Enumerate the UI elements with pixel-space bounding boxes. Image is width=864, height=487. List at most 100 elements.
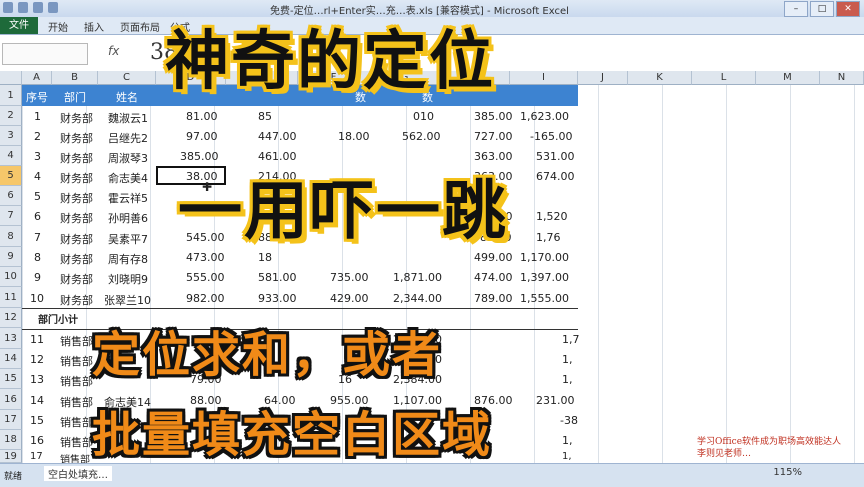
cell-seq[interactable]: 10 [30, 292, 44, 305]
column-header-m[interactable]: M [756, 71, 820, 85]
column-header-c[interactable]: C [98, 71, 156, 85]
row-header[interactable]: 8 [0, 226, 22, 247]
undo-icon[interactable] [33, 2, 43, 13]
cell-i[interactable]: 1, [562, 373, 573, 386]
cell-f[interactable]: 429.00 [330, 292, 369, 305]
cell-name[interactable]: 魏淑云1 [108, 110, 148, 126]
column-header-i[interactable]: I [510, 71, 578, 85]
cell-name[interactable]: 霍云祥5 [108, 190, 148, 206]
cell-e[interactable]: 447.00 [258, 130, 297, 143]
cell-seq[interactable]: 3 [34, 150, 41, 163]
row-header[interactable]: 19 [0, 450, 22, 463]
maximize-button[interactable]: □ [810, 1, 834, 17]
row-header[interactable]: 13 [0, 328, 22, 349]
cell-seq[interactable]: 6 [34, 210, 41, 223]
cell-name[interactable]: 俞志美4 [108, 170, 148, 186]
cell-h[interactable]: 789.00 [474, 292, 513, 305]
cell-i[interactable]: 531.00 [536, 150, 575, 163]
cell-i[interactable]: 1,623.00 [520, 110, 569, 123]
zoom-level[interactable]: 115% [773, 467, 802, 478]
cell-seq[interactable]: 2 [34, 130, 41, 143]
cell-name[interactable]: 孙明善6 [108, 210, 148, 226]
row-header-selected[interactable]: 5 [0, 166, 22, 186]
cell-dept[interactable]: 财务部 [60, 251, 93, 267]
column-header-k[interactable]: K [628, 71, 692, 85]
cell-dept[interactable]: 财务部 [60, 271, 93, 287]
cell-seq[interactable]: 4 [34, 170, 41, 183]
cell-d[interactable]: 97.00 [186, 130, 218, 143]
cell-name[interactable]: 吴素平7 [108, 231, 148, 247]
tab-file[interactable]: 文件 [0, 17, 38, 34]
cell-dept[interactable]: 财务部 [60, 130, 93, 146]
cell-seq[interactable]: 5 [34, 190, 41, 203]
minimize-button[interactable]: – [784, 1, 808, 17]
cell-name[interactable]: 刘晓明9 [108, 271, 148, 287]
cell-h[interactable]: 499.00 [474, 251, 513, 264]
row-header[interactable]: 10 [0, 267, 22, 287]
cell-dept[interactable]: 销售部 [60, 434, 93, 450]
column-header-n[interactable]: N [820, 71, 864, 85]
cell-e[interactable]: 18 [258, 251, 272, 264]
cell-h[interactable]: 474.00 [474, 271, 513, 284]
cell-seq[interactable]: 13 [30, 373, 44, 386]
save-icon[interactable] [18, 2, 28, 13]
cell-dept[interactable]: 销售部 [60, 353, 93, 369]
cell-i[interactable]: 1, [562, 451, 572, 462]
cell-g[interactable]: 2,344.00 [393, 292, 442, 305]
cell-i[interactable]: 1, [562, 353, 573, 366]
cell-dept[interactable]: 销售部 [60, 414, 93, 430]
subtotal-label[interactable]: 部门小计 [38, 311, 78, 326]
cell-h[interactable]: 385.00 [474, 110, 513, 123]
cell-dept[interactable]: 财务部 [60, 150, 93, 166]
cell-dept[interactable]: 财务部 [60, 170, 93, 186]
cell-i[interactable]: 1,520 [536, 210, 568, 223]
cell-seq[interactable]: 15 [30, 414, 44, 427]
cell-g[interactable]: 010 [413, 110, 434, 123]
cell-i[interactable]: -38 [560, 414, 578, 427]
cell-dept[interactable]: 销售部 [60, 394, 93, 410]
cell-i[interactable]: 231.00 [536, 394, 575, 407]
row-header[interactable]: 2 [0, 106, 22, 126]
column-header-b[interactable]: B [52, 71, 98, 85]
cell-dept[interactable]: 销售部 [60, 373, 93, 389]
column-header-a[interactable]: A [22, 71, 52, 85]
name-box[interactable] [2, 43, 88, 65]
cell-i[interactable]: 1, [562, 434, 573, 447]
row-header[interactable]: 15 [0, 369, 22, 389]
row-header[interactable]: 18 [0, 430, 22, 450]
cell-e[interactable]: 933.00 [258, 292, 297, 305]
row-header[interactable]: 12 [0, 308, 22, 328]
cell-name[interactable]: 周有存8 [108, 251, 148, 267]
row-header[interactable]: 14 [0, 349, 22, 369]
cell-seq[interactable]: 14 [30, 394, 44, 407]
cell-seq[interactable]: 12 [30, 353, 44, 366]
column-header-j[interactable]: J [578, 71, 628, 85]
cell-i[interactable]: 1,170.00 [520, 251, 569, 264]
cell-name[interactable]: 张翠兰10 [104, 292, 151, 308]
row-header[interactable]: 7 [0, 206, 22, 226]
close-button[interactable]: ✕ [836, 1, 860, 17]
cell-seq[interactable]: 1 [34, 110, 41, 123]
cell-g[interactable]: 1,871.00 [393, 271, 442, 284]
cell-i[interactable]: 1,76 [536, 231, 561, 244]
cell-i[interactable]: 1,397.00 [520, 271, 569, 284]
cell-seq[interactable]: 9 [34, 271, 41, 284]
cell-i[interactable]: 674.00 [536, 170, 575, 183]
quick-access-toolbar[interactable] [3, 2, 58, 13]
cell-dept[interactable]: 财务部 [60, 110, 93, 126]
row-header[interactable]: 3 [0, 126, 22, 146]
row-header[interactable]: 11 [0, 287, 22, 308]
fx-icon[interactable]: fx [108, 44, 119, 58]
cell-i[interactable]: 1,7 [562, 333, 580, 346]
cell-e[interactable]: 581.00 [258, 271, 297, 284]
row-header[interactable]: 16 [0, 389, 22, 410]
tab-page-layout[interactable]: 页面布局 [120, 19, 160, 34]
tab-insert[interactable]: 插入 [84, 19, 104, 34]
cell-d[interactable]: 982.00 [186, 292, 225, 305]
cell-seq[interactable]: 7 [34, 231, 41, 244]
cell-i[interactable]: -165.00 [530, 130, 572, 143]
cell-dept[interactable]: 财务部 [60, 231, 93, 247]
redo-icon[interactable] [48, 2, 58, 13]
tab-home[interactable]: 开始 [48, 19, 68, 34]
cell-seq[interactable]: 8 [34, 251, 41, 264]
